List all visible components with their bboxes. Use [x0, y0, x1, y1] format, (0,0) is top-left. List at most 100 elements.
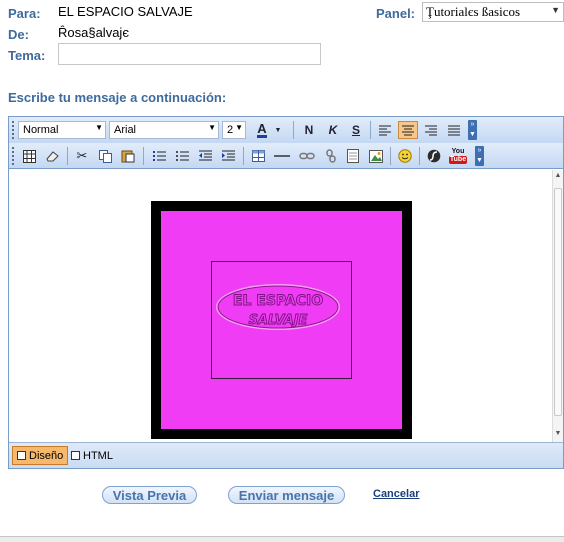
separator [419, 147, 420, 165]
design-icon [17, 451, 26, 460]
italic-button[interactable]: K [323, 121, 343, 139]
size-select[interactable]: 2 ▼ [222, 121, 246, 139]
text-color-icon: A [257, 120, 267, 138]
espacio-salvaje-logo: EL ESPACIO SALVAJE [216, 284, 340, 330]
logo-line1: EL ESPACIO [233, 293, 323, 309]
tab-design[interactable]: Diseño [12, 446, 69, 465]
font-select-value: Arial [114, 124, 137, 136]
subject-label: Tema: [8, 48, 46, 63]
tab-html-label: HTML [83, 449, 113, 462]
youtube-icon-line1: You [451, 148, 465, 155]
align-center-button[interactable] [398, 121, 418, 139]
numbered-list-icon [152, 151, 166, 161]
separator [67, 147, 68, 165]
image-inner-box: EL ESPACIO SALVAJE [211, 261, 352, 379]
editor-scrollbar[interactable]: ▲ ▼ [552, 170, 563, 442]
bold-button[interactable]: N [299, 121, 319, 139]
paste-button[interactable] [118, 147, 138, 165]
table-icon [251, 150, 265, 162]
scrollbar-thumb[interactable] [554, 188, 562, 416]
align-justify-icon [448, 125, 460, 135]
insert-image-button[interactable] [366, 147, 386, 165]
scroll-up-icon[interactable]: ▲ [553, 172, 563, 182]
preview-button[interactable]: Vista Previa [102, 486, 197, 504]
separator [293, 121, 294, 139]
rich-text-editor: Normal ▼ Arial ▼ 2 ▼ A ▼ N K S » ▼ ✂ You… [8, 116, 564, 469]
align-left-icon [379, 125, 391, 135]
insert-link-button[interactable] [296, 147, 318, 165]
to-value: EL ESPACIO SALVAJE [58, 4, 193, 19]
align-left-button[interactable] [375, 121, 395, 139]
separator [390, 147, 391, 165]
logo-line2: SALVAJE [249, 313, 308, 328]
chevron-down-icon: ▼ [95, 123, 103, 132]
toolbar-grip[interactable] [12, 121, 16, 139]
copy-button[interactable] [95, 147, 115, 165]
insert-flash-button[interactable] [424, 147, 444, 165]
horizontal-line-icon [274, 155, 290, 157]
copy-icon [98, 149, 112, 163]
chevron-down-icon: ▼ [208, 123, 216, 132]
link-icon [299, 152, 315, 160]
unlink-icon [326, 149, 336, 163]
paste-icon [121, 150, 135, 163]
youtube-icon: You Tube [448, 148, 468, 164]
chevron-down-icon: ▼ [551, 5, 560, 15]
align-center-icon [402, 125, 414, 135]
tab-html[interactable]: HTML [67, 446, 117, 465]
toolbar-overflow-button[interactable]: » ▼ [468, 120, 477, 140]
image-icon [369, 149, 383, 163]
from-value: Ȓosa§alvajє [58, 25, 129, 40]
editor-mode-bar: Diseño HTML [9, 442, 563, 468]
align-right-icon [425, 125, 437, 135]
format-select[interactable]: Normal ▼ [18, 121, 106, 139]
to-label: Para: [8, 6, 41, 21]
smiley-icon [398, 149, 412, 163]
outdent-button[interactable] [195, 147, 215, 165]
insert-document-button[interactable] [343, 147, 363, 165]
cancel-link[interactable]: Cancelar [373, 488, 419, 500]
document-icon [347, 149, 359, 163]
tab-design-label: Diseño [29, 449, 64, 462]
subject-input[interactable] [58, 43, 321, 65]
toolbar-overflow-button[interactable]: » ▼ [475, 146, 484, 166]
scissors-icon: ✂ [76, 148, 88, 163]
select-all-button[interactable] [19, 147, 39, 165]
size-select-value: 2 [227, 124, 234, 136]
insert-table-button[interactable] [248, 147, 268, 165]
text-color-dropdown[interactable]: ▼ [273, 121, 283, 139]
unordered-list-button[interactable] [172, 147, 192, 165]
text-color-button[interactable]: A [252, 121, 272, 139]
align-justify-button[interactable] [444, 121, 464, 139]
format-select-value: Normal [23, 124, 59, 136]
editor-content-area[interactable]: EL ESPACIO SALVAJE [9, 170, 553, 442]
indent-button[interactable] [218, 147, 238, 165]
remove-format-button[interactable] [42, 147, 62, 165]
horizontal-rule-button[interactable] [271, 147, 293, 165]
toolbar-grip[interactable] [12, 147, 16, 165]
ordered-list-button[interactable] [149, 147, 169, 165]
outdent-icon [198, 150, 212, 161]
youtube-icon-line2: Tube [448, 156, 468, 164]
align-right-button[interactable] [421, 121, 441, 139]
separator [370, 121, 371, 139]
toolbar-row-formatting: Normal ▼ Arial ▼ 2 ▼ A ▼ N K S » ▼ [9, 117, 563, 143]
image-fill: EL ESPACIO SALVAJE [161, 211, 402, 429]
separator [143, 147, 144, 165]
font-select[interactable]: Arial ▼ [109, 121, 219, 139]
insert-emoticon-button[interactable] [395, 147, 415, 165]
toolbar-row-insert: ✂ You Tube » ▼ [9, 143, 563, 169]
underline-button[interactable]: S [346, 121, 366, 139]
remove-link-button[interactable] [320, 147, 342, 165]
scroll-down-icon[interactable]: ▼ [553, 430, 563, 440]
insert-youtube-button[interactable]: You Tube [447, 147, 469, 165]
cut-button[interactable]: ✂ [72, 147, 92, 165]
html-icon [71, 451, 80, 460]
chevron-down-icon: ▼ [235, 123, 243, 132]
from-label: De: [8, 27, 29, 42]
send-button[interactable]: Enviar mensaje [228, 486, 345, 504]
inserted-image-frame[interactable]: EL ESPACIO SALVAJE [151, 201, 412, 439]
message-prompt: Escribe tu mensaje a continuación: [8, 90, 227, 105]
bullet-list-icon [175, 151, 189, 161]
panel-select[interactable]: Ţutorialєs ßasicos ▼ [422, 2, 564, 22]
